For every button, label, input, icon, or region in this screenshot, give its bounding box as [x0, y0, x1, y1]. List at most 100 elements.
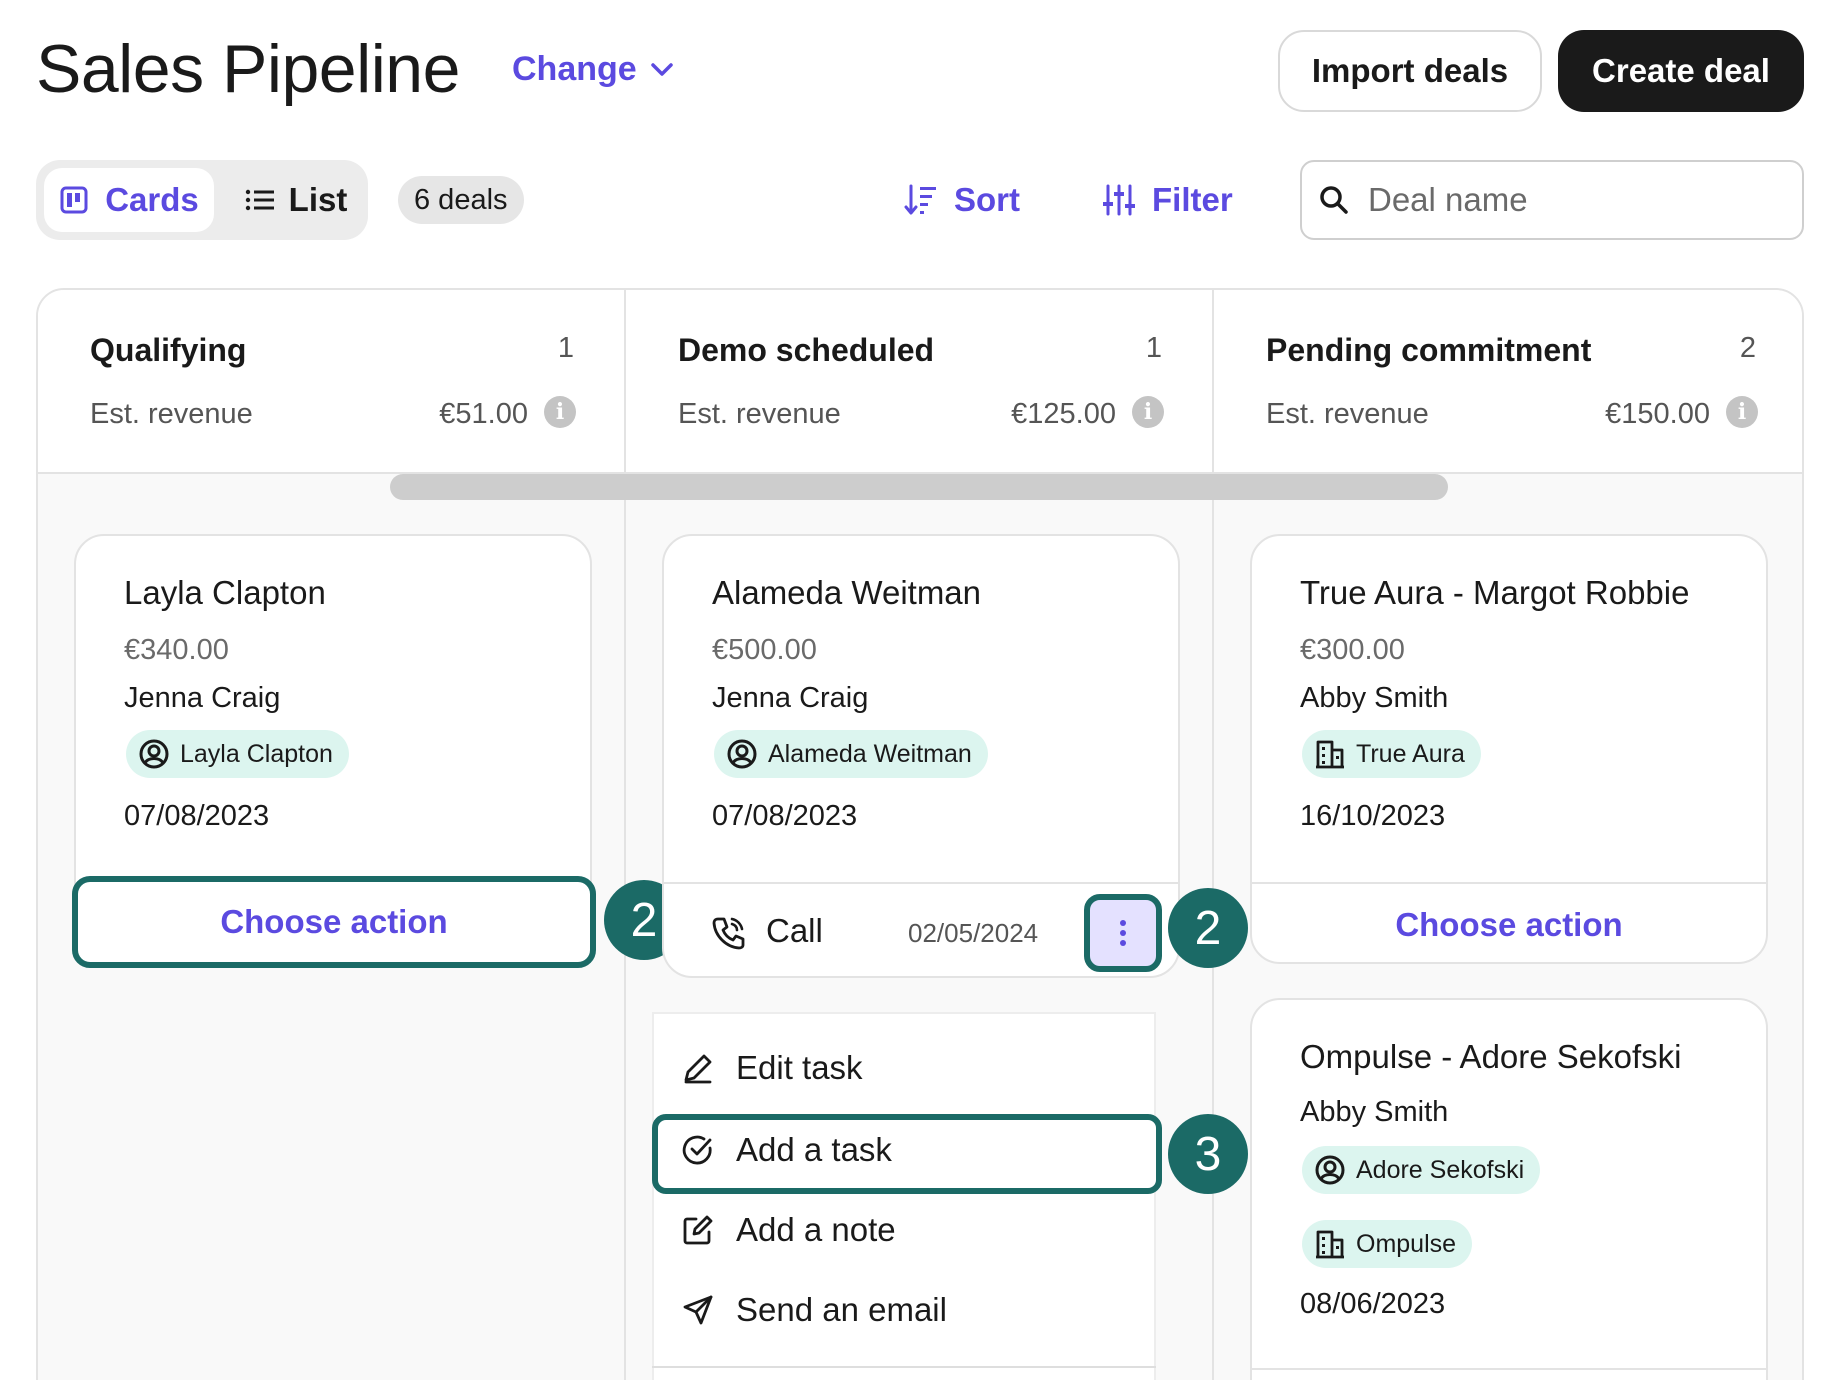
kebab-dot: [1120, 940, 1126, 946]
deal-search-box[interactable]: [1300, 160, 1804, 240]
menu-item-label: Edit task: [736, 1049, 863, 1086]
revenue-label: Est. revenue: [1266, 398, 1429, 430]
info-icon[interactable]: i: [1726, 396, 1758, 428]
revenue-value: €125.00: [1011, 398, 1116, 430]
import-deals-button[interactable]: Import deals: [1278, 30, 1542, 112]
column-title: Pending commitment: [1266, 332, 1592, 368]
change-label: Change: [512, 50, 637, 88]
sort-button[interactable]: Sort: [904, 176, 1020, 224]
revenue-value: €150.00: [1605, 398, 1710, 430]
page-title: Sales Pipeline: [36, 31, 460, 107]
tag-label: Adore Sekofski: [1356, 1155, 1525, 1184]
column-title: Demo scheduled: [678, 332, 935, 368]
filter-sliders-icon: [1103, 184, 1135, 216]
tag-label: True Aura: [1356, 739, 1465, 768]
menu-item-label: Send an email: [736, 1291, 947, 1328]
view-cards-button[interactable]: Cards: [44, 168, 214, 232]
column-title: Qualifying: [90, 332, 247, 368]
deal-owner: Jenna Craig: [124, 682, 281, 714]
view-cards-label: Cards: [105, 181, 199, 218]
cards-view-icon: [60, 186, 88, 214]
menu-item-label: Add a task: [736, 1131, 892, 1168]
change-pipeline-link[interactable]: Change: [512, 50, 673, 89]
kebab-dot: [1120, 930, 1126, 936]
deal-count-badge: 6 deals: [398, 176, 524, 224]
company-tag[interactable]: Ompulse: [1302, 1220, 1473, 1268]
revenue-value: €51.00: [439, 398, 528, 430]
menu-item-label: Add a note: [736, 1211, 896, 1248]
list-view-icon: [245, 189, 274, 211]
contact-tag[interactable]: Layla Clapton: [126, 730, 349, 778]
deal-date: 16/10/2023: [1300, 800, 1446, 832]
person-circle-icon: [1315, 1155, 1345, 1185]
choose-action-button[interactable]: Choose action: [1252, 882, 1766, 962]
choose-action-label: Choose action: [1395, 906, 1623, 943]
deal-card[interactable]: Ompulse - Adore Sekofski Abby Smith Ador…: [1250, 998, 1768, 1380]
deal-card[interactable]: True Aura - Margot Robbie €300.00 Abby S…: [1250, 534, 1768, 964]
menu-item-edit-task[interactable]: Edit task: [682, 1036, 863, 1100]
contact-tag[interactable]: Alameda Weitman: [714, 730, 988, 778]
contact-tag[interactable]: Adore Sekofski: [1302, 1146, 1541, 1194]
check-circle-icon: [682, 1135, 712, 1165]
deal-date: 07/08/2023: [712, 800, 858, 832]
create-deal-button[interactable]: Create deal: [1558, 30, 1804, 112]
sort-label: Sort: [954, 181, 1020, 218]
filter-label: Filter: [1152, 181, 1233, 218]
kebab-dot: [1120, 920, 1126, 926]
revenue-label: Est. revenue: [90, 398, 253, 430]
company-tag[interactable]: True Aura: [1302, 730, 1481, 778]
task-date: 02/05/2024: [908, 918, 1039, 948]
view-list-button[interactable]: List: [232, 168, 360, 232]
pencil-icon: [684, 1054, 712, 1084]
horizontal-scrollbar[interactable]: [390, 474, 1448, 500]
choose-action-label: Choose action: [220, 903, 448, 940]
person-circle-icon: [139, 739, 169, 769]
info-icon[interactable]: i: [544, 396, 576, 428]
column-header-demo-scheduled: Demo scheduled 1 Est. revenue €125.00 i: [626, 290, 1214, 474]
tag-label: Alameda Weitman: [768, 739, 972, 768]
menu-item-add-note[interactable]: Add a note: [682, 1198, 896, 1262]
column-header-qualifying: Qualifying 1 Est. revenue €51.00 i: [38, 290, 626, 474]
deal-title: Alameda Weitman: [712, 574, 982, 611]
building-icon: [1316, 740, 1344, 769]
send-icon: [683, 1295, 713, 1325]
deal-owner: Abby Smith: [1300, 1096, 1449, 1128]
search-icon: [1320, 186, 1348, 214]
deal-amount: €500.00: [712, 634, 817, 666]
phone-call-icon: [712, 917, 745, 950]
revenue-label: Est. revenue: [678, 398, 841, 430]
deal-title: Ompulse - Adore Sekofski: [1300, 1038, 1682, 1075]
column-header-pending-commitment: Pending commitment 2 Est. revenue €150.0…: [1214, 290, 1802, 474]
person-circle-icon: [727, 739, 757, 769]
edit-note-icon: [683, 1215, 713, 1245]
building-icon: [1316, 1230, 1344, 1259]
tag-label: Ompulse: [1356, 1229, 1457, 1258]
filter-button[interactable]: Filter: [1102, 176, 1233, 224]
deal-owner: Abby Smith: [1300, 682, 1449, 714]
choose-action-button[interactable]: Choose action: [72, 876, 596, 968]
sort-icon: [904, 184, 936, 215]
chevron-down-icon: [650, 62, 673, 76]
info-icon[interactable]: i: [1132, 396, 1164, 428]
view-list-label: List: [288, 181, 348, 218]
deal-amount: €340.00: [124, 634, 229, 666]
menu-item-send-email[interactable]: Send an email: [682, 1278, 947, 1342]
deal-title: True Aura - Margot Robbie: [1300, 574, 1690, 611]
deal-date: 08/06/2023: [1300, 1288, 1446, 1320]
column-count: 1: [557, 332, 574, 364]
more-options-button[interactable]: [1084, 894, 1162, 972]
step-badge: 2: [1168, 888, 1248, 968]
column-count: 2: [1739, 332, 1756, 364]
deal-amount: €300.00: [1300, 634, 1405, 666]
task-type: Call: [766, 912, 823, 949]
menu-divider: [652, 1366, 1156, 1368]
view-toggle: Cards List: [36, 160, 368, 240]
deal-date: 07/08/2023: [124, 800, 270, 832]
menu-item-add-task[interactable]: Add a task: [682, 1118, 892, 1182]
deal-search-input[interactable]: [1368, 181, 1768, 219]
deal-title: Layla Clapton: [124, 574, 326, 611]
column-count: 1: [1145, 332, 1162, 364]
deal-owner: Jenna Craig: [712, 682, 869, 714]
step-badge: 3: [1168, 1114, 1248, 1194]
card-footer: [1252, 1368, 1766, 1380]
